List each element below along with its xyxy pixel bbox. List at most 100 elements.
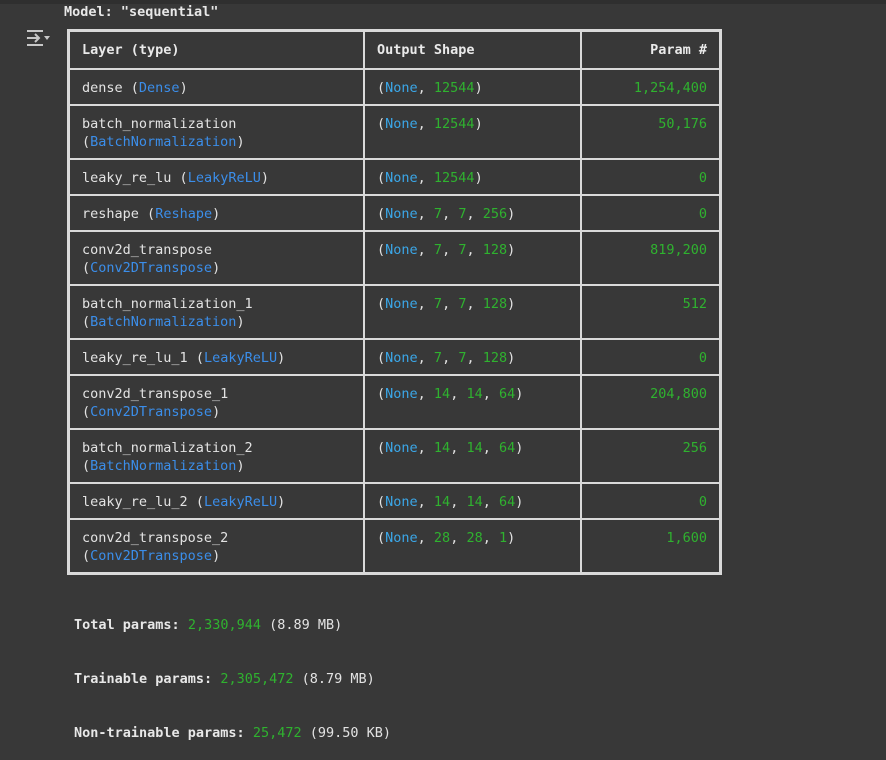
shape-dim: 14 bbox=[433, 440, 451, 456]
non-trainable-params-size: (99.50 KB) bbox=[309, 725, 392, 741]
shape-separator: , bbox=[417, 494, 434, 510]
layer-name: batch_normalization_2 bbox=[82, 440, 253, 456]
non-trainable-params-line: Non-trainable params: 25,472 (99.50 KB) bbox=[74, 724, 391, 742]
layer-name-cell: conv2d_transpose_1 (Conv2DTranspose) bbox=[68, 374, 365, 430]
column-header-param: Param # bbox=[580, 30, 721, 70]
layer-type-close-paren: ) bbox=[277, 494, 286, 510]
layer-row: batch_normalization_2 ( BatchNormalization… bbox=[68, 428, 721, 484]
layer-row: conv2d_transpose_1 (Conv2DTranspose) (None… bbox=[68, 374, 721, 430]
shape-separator: , bbox=[442, 206, 459, 222]
shape-separator: , bbox=[417, 242, 434, 258]
shape-open-paren: ( bbox=[377, 242, 386, 258]
shape-open-paren: ( bbox=[377, 296, 386, 312]
param-count-cell: 256 bbox=[580, 428, 721, 484]
shape-none-dim: None bbox=[385, 206, 418, 222]
param-count-cell: 0 bbox=[580, 338, 721, 376]
layer-type-close-paren: ) bbox=[212, 548, 221, 564]
param-count: 0 bbox=[698, 350, 707, 366]
shape-open-paren: ( bbox=[377, 440, 386, 456]
layer-type: BatchNormalization bbox=[90, 458, 237, 474]
shape-dim: 7 bbox=[433, 242, 443, 258]
total-params-size: (8.89 MB) bbox=[269, 617, 343, 633]
layer-type: BatchNormalization bbox=[90, 314, 237, 330]
layer-row: conv2d_transpose_2 (Conv2DTranspose) (None… bbox=[68, 518, 721, 574]
param-count: 0 bbox=[698, 206, 707, 222]
param-count-cell: 204,800 bbox=[580, 374, 721, 430]
shape-close-paren: ) bbox=[515, 386, 524, 402]
shape-separator: , bbox=[417, 386, 434, 402]
shape-open-paren: ( bbox=[377, 80, 386, 96]
shape-separator: , bbox=[417, 530, 434, 546]
shape-separator: , bbox=[442, 296, 459, 312]
shape-dim: 12544 bbox=[433, 80, 475, 96]
total-params-line: Total params: 2,330,944 (8.89 MB) bbox=[74, 616, 391, 634]
shape-separator: , bbox=[482, 440, 499, 456]
param-count: 204,800 bbox=[650, 386, 707, 402]
shape-open-paren: ( bbox=[377, 530, 386, 546]
shape-dim: 14 bbox=[466, 494, 483, 510]
shape-dim: 14 bbox=[433, 386, 451, 402]
layer-name-cell: conv2d_transpose (Conv2DTranspose) bbox=[68, 230, 365, 286]
shape-open-paren: ( bbox=[377, 386, 386, 402]
shape-dim: 64 bbox=[498, 386, 516, 402]
trainable-params-size: (8.79 MB) bbox=[301, 671, 375, 687]
shape-separator: , bbox=[466, 206, 483, 222]
shape-separator: , bbox=[450, 530, 467, 546]
layer-type-close-paren: ) bbox=[179, 80, 188, 96]
layer-row: dense (Dense) (None, 12544) 1,254,400 bbox=[68, 68, 721, 106]
output-actions-icon[interactable] bbox=[24, 27, 50, 49]
layer-row: reshape (Reshape) (None, 7, 7, 256) 0 bbox=[68, 194, 721, 232]
layer-type-open-paren: ( bbox=[195, 494, 204, 510]
layer-name-gap bbox=[123, 80, 131, 96]
shape-separator: , bbox=[417, 116, 434, 132]
layer-row: conv2d_transpose (Conv2DTranspose) (None, … bbox=[68, 230, 721, 286]
param-count: 256 bbox=[682, 440, 707, 456]
layer-type-close-paren: ) bbox=[236, 134, 245, 150]
params-summary: Total params: 2,330,944 (8.89 MB) Traina… bbox=[74, 580, 391, 760]
layer-type-open-paren: ( bbox=[82, 260, 91, 276]
layer-type-close-paren: ) bbox=[236, 458, 245, 474]
shape-separator: , bbox=[417, 350, 434, 366]
param-count: 50,176 bbox=[658, 116, 707, 132]
layer-name: leaky_re_lu bbox=[82, 170, 172, 186]
layer-name: reshape bbox=[82, 206, 139, 222]
shape-dim: 14 bbox=[466, 386, 483, 402]
param-count-cell: 0 bbox=[580, 158, 721, 196]
total-params-label: Total params: bbox=[74, 617, 180, 633]
non-trainable-params-label: Non-trainable params: bbox=[74, 725, 245, 741]
shape-close-paren: ) bbox=[507, 296, 516, 312]
param-count: 819,200 bbox=[650, 242, 707, 258]
layer-name: conv2d_transpose_1 bbox=[82, 386, 229, 402]
layer-type: LeakyReLU bbox=[187, 170, 261, 186]
shape-dim: 128 bbox=[482, 350, 508, 366]
layer-type-close-paren: ) bbox=[212, 404, 221, 420]
layer-name: batch_normalization bbox=[82, 116, 237, 132]
shape-open-paren: ( bbox=[377, 350, 386, 366]
layer-type-close-paren: ) bbox=[236, 314, 245, 330]
shape-separator: , bbox=[417, 440, 434, 456]
layer-type: Conv2DTranspose bbox=[90, 260, 213, 276]
layer-type: Conv2DTranspose bbox=[90, 548, 213, 564]
param-count: 1,600 bbox=[666, 530, 707, 546]
trainable-params-line: Trainable params: 2,305,472 (8.79 MB) bbox=[74, 670, 391, 688]
shape-separator: , bbox=[417, 80, 434, 96]
shape-separator: , bbox=[450, 440, 467, 456]
layer-row: leaky_re_lu (LeakyReLU) (None, 12544) 0 bbox=[68, 158, 721, 196]
shape-separator: , bbox=[466, 242, 483, 258]
shape-separator: , bbox=[482, 386, 499, 402]
output-shape-cell: (None, 7, 7, 128) bbox=[363, 338, 582, 376]
total-params-value: 2,330,944 bbox=[187, 617, 261, 633]
header-row: Layer (type) Output Shape Param # bbox=[68, 30, 721, 70]
layer-name-gap bbox=[139, 206, 147, 222]
layer-type-open-paren: ( bbox=[130, 80, 139, 96]
shape-separator: , bbox=[417, 296, 434, 312]
shape-none-dim: None bbox=[385, 296, 418, 312]
shape-dim: 64 bbox=[498, 494, 516, 510]
shape-close-paren: ) bbox=[474, 80, 483, 96]
output-shape-cell: (None, 7, 7, 256) bbox=[363, 194, 582, 232]
trainable-params-label: Trainable params: bbox=[74, 671, 213, 687]
shape-separator: , bbox=[450, 386, 467, 402]
shape-dim: 64 bbox=[498, 440, 516, 456]
shape-close-paren: ) bbox=[474, 116, 483, 132]
param-count-cell: 1,254,400 bbox=[580, 68, 721, 106]
